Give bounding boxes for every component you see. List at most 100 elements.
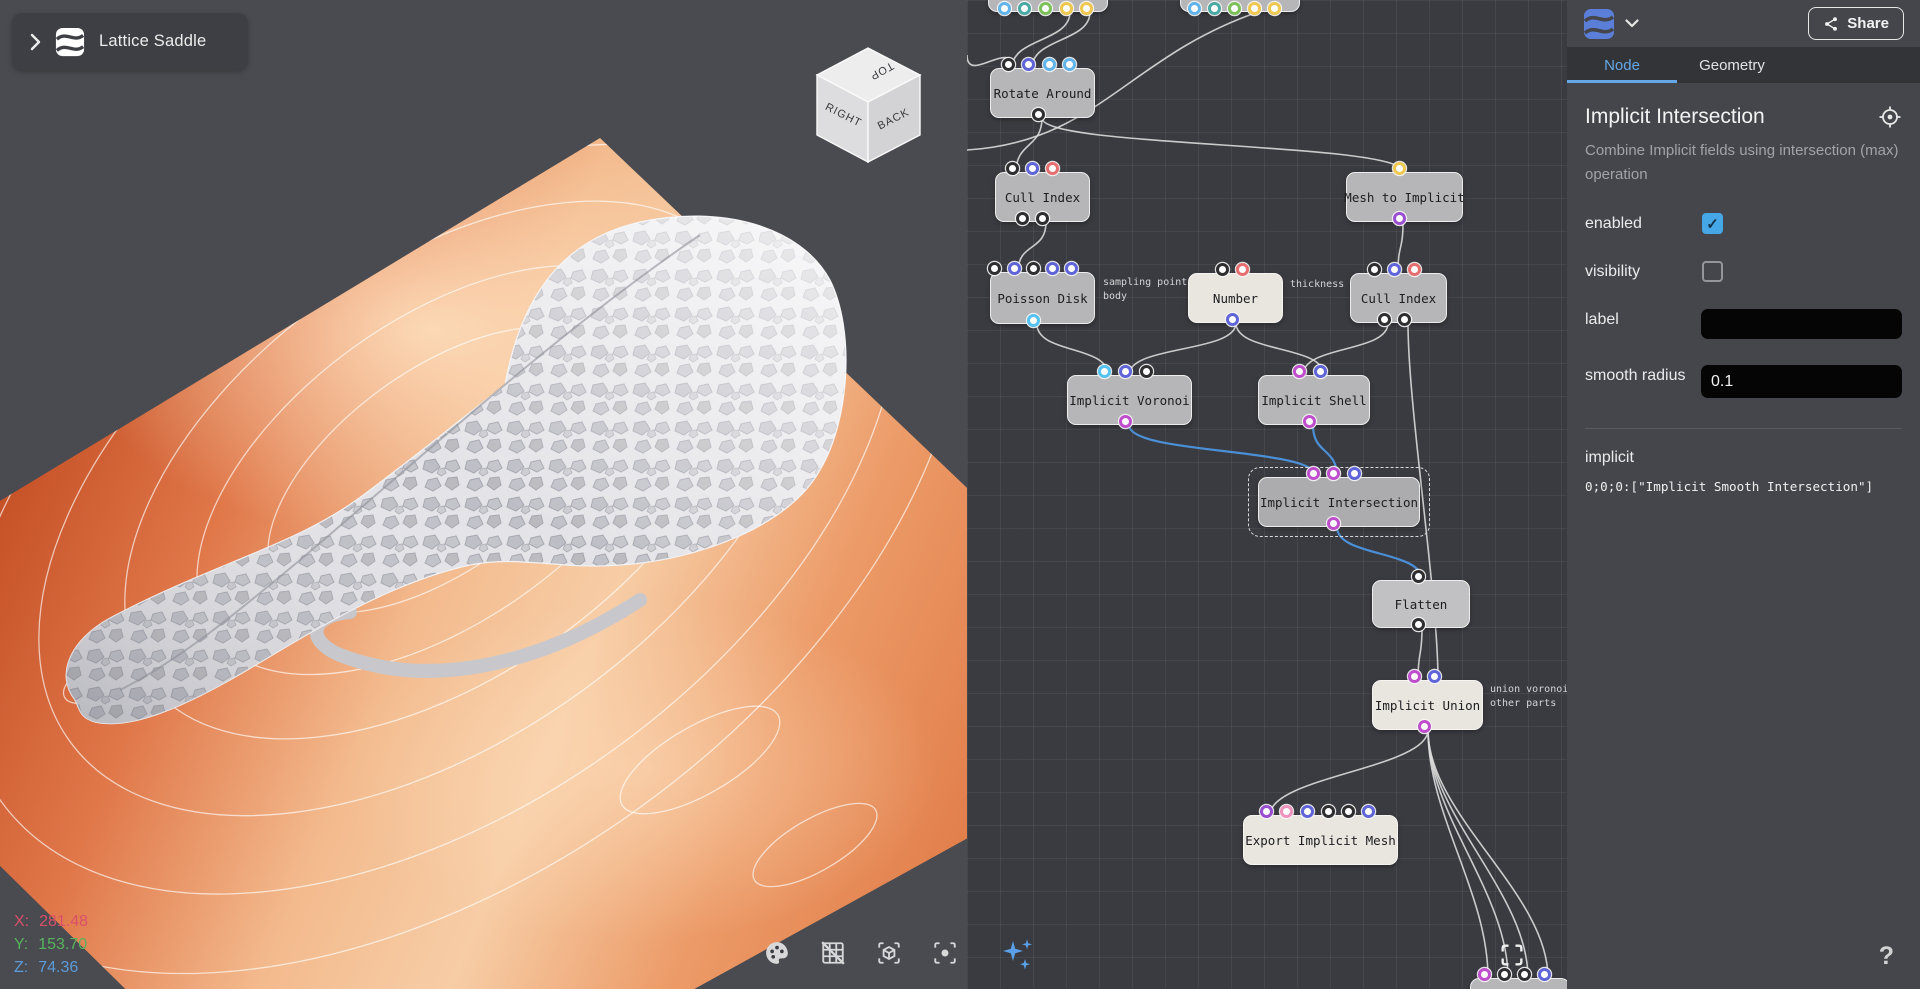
coord-y-label: Y:	[14, 933, 28, 956]
indigo-port[interactable]	[1348, 467, 1361, 480]
wire[interactable]	[1037, 324, 1108, 375]
black-port[interactable]	[1032, 108, 1045, 121]
focus-icon[interactable]	[930, 938, 960, 968]
grid-off-icon[interactable]	[818, 938, 848, 968]
node-export-implicit-mesh[interactable]: Export Implicit Mesh	[1243, 815, 1398, 865]
fit-view-icon[interactable]	[1498, 941, 1526, 974]
red-port[interactable]	[1046, 162, 1059, 175]
indigo-port[interactable]	[1388, 263, 1401, 276]
share-button[interactable]: Share	[1808, 7, 1904, 40]
app-logo-icon-blue[interactable]	[1583, 8, 1615, 40]
yellow-port[interactable]	[1248, 2, 1261, 15]
indigo-port[interactable]	[1065, 262, 1078, 275]
node-label: Export Implicit Mesh	[1245, 833, 1396, 848]
indigo-port[interactable]	[1538, 968, 1551, 981]
node-poisson-disk[interactable]: Poisson Disk	[990, 272, 1095, 324]
black-port[interactable]	[1016, 212, 1029, 225]
viewport-3d[interactable]: TOP RIGHT BACK Lattice Saddle X:281.48 Y…	[0, 0, 967, 989]
row-smooth-radius: smooth radius	[1585, 365, 1902, 398]
black-port[interactable]	[1412, 570, 1425, 583]
cyan-port[interactable]	[1027, 314, 1040, 327]
ai-sparkles-icon[interactable]	[999, 935, 1039, 980]
indigo-port[interactable]	[1428, 670, 1441, 683]
indigo-port[interactable]	[1026, 162, 1039, 175]
wire[interactable]	[1236, 323, 1324, 375]
black-port[interactable]	[1368, 263, 1381, 276]
yellow-port[interactable]	[1060, 2, 1073, 15]
project-title-bar[interactable]: Lattice Saddle	[12, 13, 248, 70]
tab-node[interactable]: Node	[1567, 47, 1677, 83]
node-graph-editor[interactable]: Rotate AroundCull IndexMesh to ImplicitP…	[967, 0, 1567, 989]
magenta-port[interactable]	[1293, 365, 1306, 378]
red-port[interactable]	[1236, 263, 1249, 276]
indigo-port[interactable]	[1022, 58, 1035, 71]
wire[interactable]	[1270, 730, 1428, 815]
app-logo-icon	[55, 27, 85, 57]
visibility-label: visibility	[1585, 261, 1702, 283]
enabled-checkbox[interactable]: ✓	[1702, 213, 1723, 234]
black-port[interactable]	[1036, 212, 1049, 225]
skyblue-port[interactable]	[1188, 2, 1201, 15]
black-port[interactable]	[1342, 805, 1355, 818]
node-label: Number	[1213, 291, 1258, 306]
magenta-port[interactable]	[1303, 415, 1316, 428]
green-port[interactable]	[1039, 2, 1052, 15]
black-port[interactable]	[1002, 58, 1015, 71]
violet-port[interactable]	[1393, 212, 1406, 225]
black-port[interactable]	[1398, 313, 1411, 326]
teal-port[interactable]	[1018, 2, 1031, 15]
black-port[interactable]	[1140, 365, 1153, 378]
visibility-checkbox[interactable]	[1702, 261, 1723, 282]
indigo-port[interactable]	[1314, 365, 1327, 378]
skyblue-port[interactable]	[1043, 58, 1056, 71]
smooth-radius-input[interactable]	[1701, 365, 1902, 398]
black-port[interactable]	[1006, 162, 1019, 175]
magenta-port[interactable]	[1418, 720, 1431, 733]
black-port[interactable]	[1216, 263, 1229, 276]
red-port[interactable]	[1408, 263, 1421, 276]
skyblue-port[interactable]	[998, 2, 1011, 15]
wire[interactable]	[1428, 730, 1548, 978]
node-label: Implicit Intersection	[1260, 495, 1418, 510]
yellow-port[interactable]	[1393, 162, 1406, 175]
green-port[interactable]	[1228, 2, 1241, 15]
indigo-port[interactable]	[1119, 365, 1132, 378]
magenta-port[interactable]	[1327, 467, 1340, 480]
indigo-port[interactable]	[1008, 262, 1021, 275]
locate-node-icon[interactable]	[1878, 105, 1902, 129]
indigo-port[interactable]	[1226, 313, 1239, 326]
label-input[interactable]	[1701, 309, 1902, 339]
magenta-port[interactable]	[1307, 467, 1320, 480]
black-port[interactable]	[1378, 313, 1391, 326]
help-button[interactable]: ?	[1879, 942, 1894, 971]
magenta-port[interactable]	[1327, 517, 1340, 530]
indigo-port[interactable]	[1301, 805, 1314, 818]
black-port[interactable]	[988, 262, 1001, 275]
magenta-port[interactable]	[1408, 670, 1421, 683]
black-port[interactable]	[1322, 805, 1335, 818]
tab-geometry[interactable]: Geometry	[1677, 47, 1787, 83]
indigo-port[interactable]	[1362, 805, 1375, 818]
magenta-port[interactable]	[1119, 415, 1132, 428]
black-port[interactable]	[1412, 618, 1425, 631]
magenta-port[interactable]	[1478, 968, 1491, 981]
wire[interactable]	[1428, 730, 1488, 978]
violet-port[interactable]	[1260, 805, 1273, 818]
expand-chevron-icon[interactable]	[30, 33, 41, 51]
black-port[interactable]	[1027, 262, 1040, 275]
cube-scan-icon[interactable]	[874, 938, 904, 968]
yellow-port[interactable]	[1080, 2, 1093, 15]
node-label: Flatten	[1395, 597, 1448, 612]
node-label: Implicit Union	[1375, 698, 1480, 713]
teal-port[interactable]	[1208, 2, 1221, 15]
skyblue-port[interactable]	[1063, 58, 1076, 71]
cyan-port[interactable]	[1098, 365, 1111, 378]
indigo-port[interactable]	[1046, 262, 1059, 275]
panel-body: Implicit Intersection Combine Implicit f…	[1567, 83, 1920, 494]
wire[interactable]	[1428, 730, 1508, 978]
yellow-port[interactable]	[1268, 2, 1281, 15]
chevron-down-icon[interactable]	[1625, 19, 1639, 28]
palette-icon[interactable]	[762, 938, 792, 968]
wire[interactable]	[1042, 118, 1403, 172]
pink-port[interactable]	[1280, 805, 1293, 818]
